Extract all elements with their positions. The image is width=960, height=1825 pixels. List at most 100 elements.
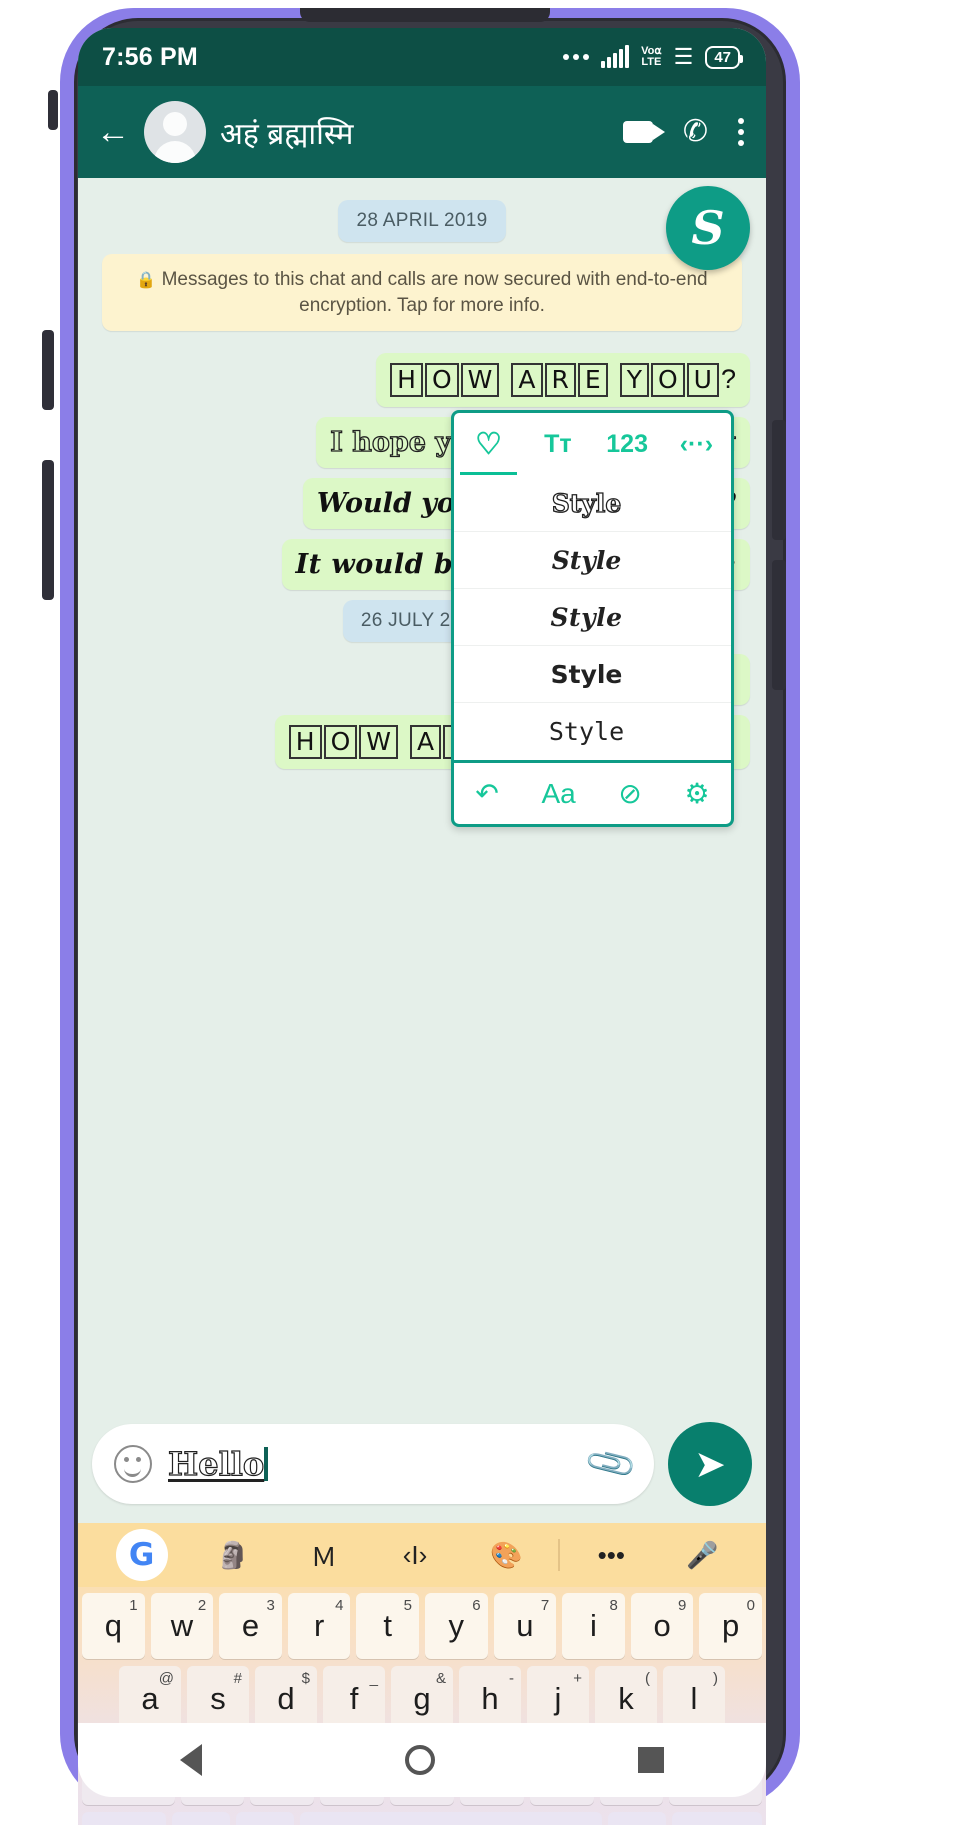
toolbar-divider xyxy=(557,1539,560,1571)
contact-avatar[interactable] xyxy=(144,101,206,163)
lock-icon: 🔒 xyxy=(136,272,157,289)
status-icons: Vo⍺ LTE ☰ 47 xyxy=(563,44,743,69)
key-hint: 5 xyxy=(403,1597,412,1614)
more-options-icon[interactable]: ••• xyxy=(566,1540,657,1571)
nav-back-icon[interactable] xyxy=(179,1744,202,1776)
encryption-notice[interactable]: 🔒 Messages to this chat and calls are no… xyxy=(102,254,742,332)
space-key[interactable]: English xyxy=(300,1812,602,1825)
cursor-move-icon[interactable]: ‹I› xyxy=(369,1540,460,1571)
key-label: d xyxy=(277,1681,295,1716)
battery-icon: 47 xyxy=(705,45,743,69)
voice-call-icon[interactable]: ✆ xyxy=(683,117,708,147)
power-button[interactable] xyxy=(772,420,786,540)
chat-header: ← अहं ब्रह्मास्मि ✆ xyxy=(78,86,766,178)
text-style-icon: Tт xyxy=(544,429,572,458)
nav-home-icon[interactable] xyxy=(404,1745,435,1775)
translate-icon[interactable]: Ｍ xyxy=(278,1537,369,1574)
key-label: g xyxy=(413,1681,431,1716)
chat-bubble-1[interactable]: H O W A R E Y O U? xyxy=(376,353,750,408)
period-key[interactable]: . xyxy=(608,1812,667,1825)
key-label: i xyxy=(590,1608,597,1643)
message-input-value: Hello xyxy=(167,1444,265,1483)
enter-key[interactable]: ↵ xyxy=(672,1812,762,1825)
key-y[interactable]: 6y xyxy=(425,1593,488,1659)
on-screen-keyboard[interactable]: G 🗿 Ｍ ‹I› 🎨 ••• 🎤 1q 2w 3e 4r 5t 6y 7u 8… xyxy=(78,1523,766,1825)
style-option-bold[interactable]: Style xyxy=(454,646,731,703)
key-label: j xyxy=(554,1681,562,1716)
smiley-icon[interactable] xyxy=(114,1445,152,1483)
key-label: p xyxy=(722,1608,740,1643)
key-q[interactable]: 1q xyxy=(82,1593,145,1659)
more-dots-icon xyxy=(563,54,590,60)
nav-recents-icon[interactable] xyxy=(638,1747,665,1773)
contact-name[interactable]: अहं ब्रह्मास्मि xyxy=(220,112,609,153)
style-option-list[interactable]: Style Style Style Style Style xyxy=(454,475,731,760)
key-hint: 2 xyxy=(197,1597,207,1614)
text-style-tab[interactable]: Tт xyxy=(523,413,592,475)
screenshot-root: 7:56 PM Vo⍺ LTE ☰ 47 ← अहं ब्रह्मास्मि ✆ … xyxy=(0,0,960,1825)
key-hint: 8 xyxy=(609,1597,618,1614)
back-arrow-icon[interactable]: ← xyxy=(96,115,130,149)
send-button[interactable]: ➤ xyxy=(668,1422,752,1506)
style-option-mono[interactable]: Style xyxy=(454,703,731,760)
header-actions: ✆ xyxy=(622,117,744,147)
settings-gear-icon[interactable]: ⚙ xyxy=(685,777,710,810)
style-option-label-2: Style xyxy=(551,545,622,575)
video-call-icon[interactable] xyxy=(622,121,665,143)
style-option-script[interactable]: Style xyxy=(454,532,731,589)
chat-message-list[interactable]: 28 APRIL 2019 🔒 Messages to this chat an… xyxy=(78,178,766,1405)
side-button-bottom-right[interactable] xyxy=(772,560,786,690)
numbers-icon: 123 xyxy=(606,429,648,458)
wifi-icon: ☰ xyxy=(673,44,694,69)
status-clock: 7:56 PM xyxy=(102,42,198,71)
undo-icon[interactable]: ↶ xyxy=(475,777,498,810)
volume-up-button[interactable] xyxy=(42,330,54,410)
key-p[interactable]: 0p xyxy=(699,1593,762,1659)
keyboard-toolbar: G 🗿 Ｍ ‹I› 🎨 ••• 🎤 xyxy=(78,1523,766,1587)
key-u[interactable]: 7u xyxy=(493,1593,557,1659)
microphone-icon[interactable]: 🎤 xyxy=(657,1540,748,1571)
clear-style-icon[interactable]: ⊘ xyxy=(618,777,641,810)
status-bar: 7:56 PM Vo⍺ LTE ☰ 47 xyxy=(78,28,766,86)
google-logo-icon[interactable]: G xyxy=(96,1529,187,1581)
side-button-top-left[interactable] xyxy=(48,90,58,130)
theme-palette-icon[interactable]: 🎨 xyxy=(461,1540,552,1571)
symbols-key[interactable]: ?123 xyxy=(82,1812,167,1825)
style-option-fraktur[interactable]: Style xyxy=(454,589,731,646)
more-vertical-icon[interactable] xyxy=(738,118,744,146)
volume-down-button[interactable] xyxy=(42,460,54,600)
key-i[interactable]: 8i xyxy=(562,1593,625,1659)
key-w[interactable]: 2w xyxy=(150,1593,214,1659)
keyboard-row-1: 1q 2w 3e 4r 5t 6y 7u 8i 9o 0p xyxy=(82,1593,762,1659)
key-hint: & xyxy=(435,1670,446,1687)
style-picker-panel[interactable]: ♡ Tт 123 ‹··› Style Style Style Style St… xyxy=(451,410,734,827)
symbols-tab[interactable]: ‹··› xyxy=(662,413,731,475)
key-r[interactable]: 4r xyxy=(287,1593,351,1659)
emoji-key[interactable]: ☺ xyxy=(172,1812,231,1825)
style-option-outline[interactable]: Style xyxy=(454,475,731,532)
keyboard-row-4: ?123 ☺ 🌐 English . ↵ xyxy=(82,1812,762,1825)
sticker-icon[interactable]: 🗿 xyxy=(187,1540,278,1571)
message-input-box[interactable]: Hello 📎 xyxy=(92,1424,654,1504)
key-label: a xyxy=(141,1681,159,1716)
key-hint: 0 xyxy=(746,1597,755,1614)
key-label: k xyxy=(618,1681,634,1716)
favourites-tab[interactable]: ♡ xyxy=(454,413,523,475)
attachment-clip-icon[interactable]: 📎 xyxy=(582,1435,640,1492)
key-o[interactable]: 9o xyxy=(630,1593,694,1659)
message-input-field[interactable]: Hello xyxy=(167,1444,574,1484)
style-panel-tabs: ♡ Tт 123 ‹··› xyxy=(454,413,731,475)
key-hint: ( xyxy=(645,1670,650,1687)
key-label: h xyxy=(481,1681,499,1716)
key-hint: 3 xyxy=(266,1597,275,1614)
key-hint: 6 xyxy=(472,1597,481,1614)
style-fab-button[interactable]: S xyxy=(666,186,750,270)
date-divider-top: 28 APRIL 2019 xyxy=(338,200,506,242)
key-e[interactable]: 3e xyxy=(219,1593,282,1659)
key-t[interactable]: 5t xyxy=(356,1593,419,1659)
numbers-tab[interactable]: 123 xyxy=(593,413,662,475)
case-aa-button[interactable]: Aa xyxy=(541,778,575,810)
language-globe-key[interactable]: 🌐 xyxy=(236,1812,295,1825)
key-hint: ) xyxy=(713,1670,718,1687)
key-hint: 7 xyxy=(540,1597,550,1614)
